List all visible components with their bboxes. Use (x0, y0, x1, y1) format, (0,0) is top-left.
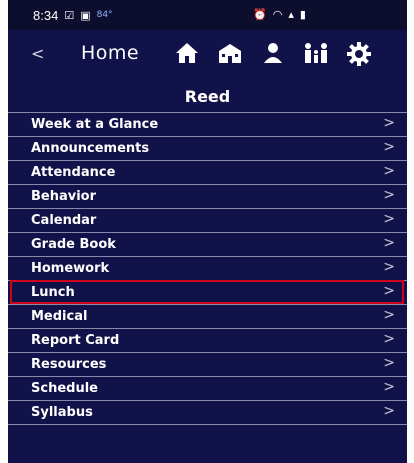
school-icon[interactable] (217, 42, 243, 70)
menu-item-label: Homework (31, 261, 110, 276)
menu-item-calendar[interactable]: Calendar > (8, 209, 407, 233)
status-right-icons: ⏰ ◠ ▴ ▮ (253, 8, 306, 21)
menu-item-attendance[interactable]: Attendance > (8, 161, 407, 185)
home-icon[interactable] (175, 42, 199, 70)
student-icon[interactable] (262, 42, 284, 70)
back-button[interactable]: < (31, 44, 44, 63)
menu-item-label: Behavior (31, 189, 97, 204)
menu-item-label: Announcements (31, 141, 150, 156)
menu-item-label: Grade Book (31, 237, 116, 252)
chevron-right-icon: > (383, 211, 395, 227)
menu-item-label: Attendance (31, 165, 116, 180)
menu-item-label: Medical (31, 309, 88, 324)
top-nav-bar: < Home (8, 30, 407, 80)
chevron-right-icon: > (383, 139, 395, 155)
phone-screen: 8:34 ☑ ▣ 84° ⏰ ◠ ▴ ▮ < Home Reed Week at (8, 0, 407, 463)
menu-item-syllabus[interactable]: Syllabus > (8, 401, 407, 425)
menu-item-label: Report Card (31, 333, 120, 348)
menu-item-behavior[interactable]: Behavior > (8, 185, 407, 209)
menu-item-announcements[interactable]: Announcements > (8, 137, 407, 161)
page-title: Home (81, 42, 140, 64)
wifi-icon: ◠ (272, 8, 283, 21)
menu-item-report-card[interactable]: Report Card > (8, 329, 407, 353)
chevron-right-icon: > (383, 235, 395, 251)
status-temperature: 84° (96, 10, 113, 20)
chevron-right-icon: > (383, 187, 395, 203)
menu-item-label: Syllabus (31, 405, 93, 420)
checkbox-icon: ☑ (64, 8, 75, 22)
menu-item-schedule[interactable]: Schedule > (8, 377, 407, 401)
chevron-right-icon: > (383, 259, 395, 275)
menu-item-label: Resources (31, 357, 107, 372)
chevron-right-icon: > (383, 307, 395, 323)
chevron-right-icon: > (383, 163, 395, 179)
menu-item-label: Lunch (31, 285, 75, 300)
settings-icon[interactable] (347, 42, 371, 72)
battery-icon: ▮ (299, 8, 306, 21)
menu-item-resources[interactable]: Resources > (8, 353, 407, 377)
menu-item-homework[interactable]: Homework > (8, 257, 407, 281)
menu-item-label: Calendar (31, 213, 97, 228)
signal-icon: ▴ (288, 8, 294, 21)
chevron-right-icon: > (383, 355, 395, 371)
menu-item-grade-book[interactable]: Grade Book > (8, 233, 407, 257)
chevron-right-icon: > (383, 403, 395, 419)
family-icon[interactable] (302, 42, 330, 70)
image-icon: ▣ (80, 8, 91, 22)
menu-list: Week at a Glance > Announcements > Attenda… (8, 112, 407, 425)
alarm-icon: ⏰ (253, 8, 267, 21)
chevron-right-icon: > (383, 379, 395, 395)
menu-item-label: Schedule (31, 381, 98, 396)
chevron-right-icon: > (383, 115, 395, 131)
status-time: 8:34 (33, 7, 59, 23)
menu-item-medical[interactable]: Medical > (8, 305, 407, 329)
status-bar: 8:34 ☑ ▣ 84° ⏰ ◠ ▴ ▮ (8, 0, 407, 30)
menu-item-lunch[interactable]: Lunch > (8, 281, 407, 305)
chevron-right-icon: > (383, 331, 395, 347)
menu-item-week-at-a-glance[interactable]: Week at a Glance > (8, 112, 407, 137)
chevron-right-icon: > (383, 283, 395, 299)
school-name: Reed (184, 86, 231, 106)
menu-item-label: Week at a Glance (31, 117, 159, 132)
